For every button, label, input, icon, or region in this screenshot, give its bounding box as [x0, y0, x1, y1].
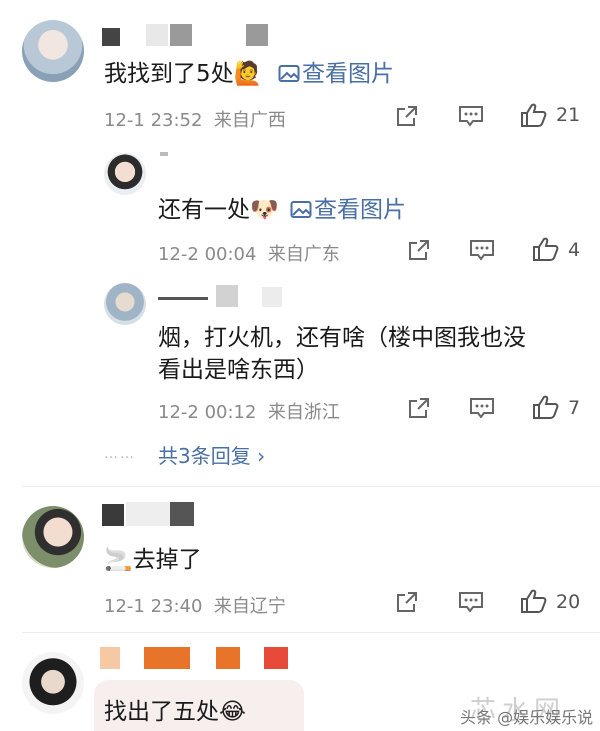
timestamp: 12-2 00:04: [158, 244, 257, 265]
image-icon: [290, 200, 312, 220]
like-count: 20: [556, 591, 581, 613]
username-obscured[interactable]: [102, 24, 272, 50]
reply-text-line2: 看出是啥东西）: [158, 357, 319, 383]
location: 来自广西: [213, 110, 286, 131]
location: 来自广东: [267, 244, 340, 265]
raising-hand-emoji: 🙋: [233, 61, 263, 87]
reply-dots: ……: [104, 446, 136, 462]
reply-text: 还有一处🐶: [158, 197, 279, 223]
share-icon[interactable]: [395, 590, 419, 614]
username-obscured[interactable]: [100, 647, 300, 671]
view-all-replies-link[interactable]: 共3条回复 ›: [158, 440, 265, 469]
like-icon[interactable]: [520, 588, 548, 614]
comment-icon[interactable]: [458, 104, 484, 128]
divider: [22, 486, 600, 487]
timestamp: 12-1 23:52: [104, 110, 203, 131]
chevron-right-icon: ›: [257, 444, 266, 468]
timestamp: 12-1 23:40: [104, 596, 203, 617]
comment-icon[interactable]: [469, 396, 495, 420]
comment-meta: 12-1 23:40 来自辽宁: [104, 592, 286, 618]
like-icon[interactable]: [532, 236, 560, 262]
image-icon: [278, 64, 300, 84]
like-icon[interactable]: [520, 102, 548, 128]
avatar[interactable]: [22, 652, 84, 714]
watermark-caption: 头条 @娱乐娱乐说: [460, 708, 594, 727]
view-image-link[interactable]: 查看图片: [290, 190, 406, 224]
avatar[interactable]: [22, 506, 84, 568]
location: 来自辽宁: [213, 596, 286, 617]
timestamp: 12-2 00:12: [158, 402, 257, 423]
share-icon[interactable]: [407, 238, 431, 262]
reply-meta: 12-2 00:12 来自浙江: [158, 398, 340, 424]
reply-meta: 12-2 00:04 来自广东: [158, 240, 340, 266]
username-obscured: [160, 152, 168, 156]
like-icon[interactable]: [532, 394, 560, 420]
like-count: 7: [568, 397, 581, 419]
reply-text-line1: 烟，打火机，还有啥（楼中图我也没: [158, 325, 526, 351]
like-count: 4: [568, 239, 581, 261]
comment-text: 我找到了5处🙋: [104, 61, 263, 87]
avatar[interactable]: [104, 283, 146, 325]
divider: [22, 632, 600, 633]
laughing-emoji: 😂: [219, 699, 246, 725]
dog-emoji: 🐶: [250, 197, 279, 223]
share-icon[interactable]: [407, 396, 431, 420]
share-icon[interactable]: [395, 104, 419, 128]
username-obscured: [158, 285, 298, 309]
username-obscured[interactable]: [102, 500, 202, 528]
comment-text: 🚬去掉了: [104, 547, 202, 573]
avatar[interactable]: [22, 20, 84, 82]
comment-meta: 12-1 23:52 来自广西: [104, 106, 286, 132]
comment-text: 找出了五处😂: [104, 699, 246, 725]
cigarette-emoji: 🚬: [104, 547, 133, 573]
comment-icon[interactable]: [469, 238, 495, 262]
location: 来自浙江: [267, 402, 340, 423]
view-image-link[interactable]: 查看图片: [278, 54, 394, 88]
like-count: 21: [556, 104, 581, 126]
avatar[interactable]: [104, 153, 146, 195]
comment-icon[interactable]: [458, 590, 484, 614]
